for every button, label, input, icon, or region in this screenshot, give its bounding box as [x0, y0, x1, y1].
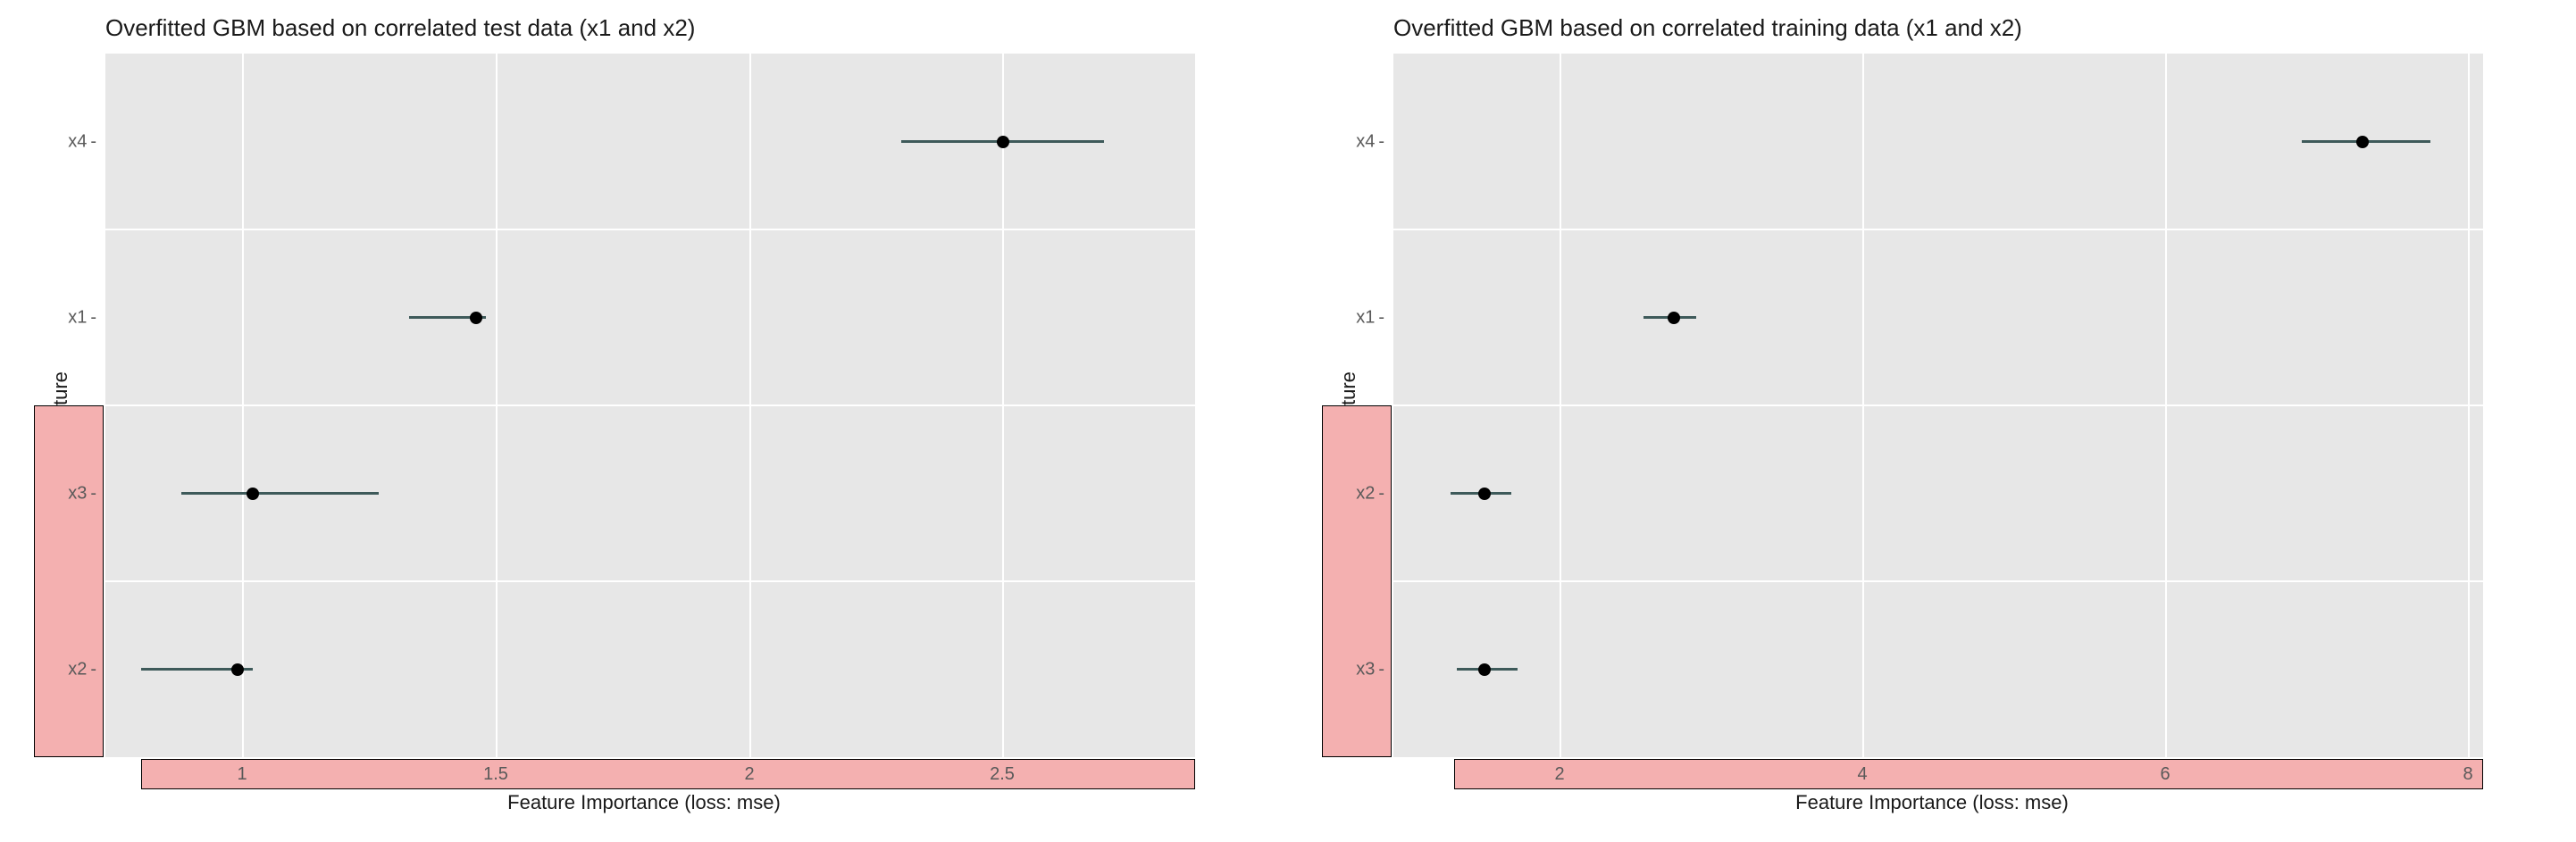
grid-h — [1393, 404, 2483, 406]
grid-h — [105, 580, 1195, 582]
chart-right: Overfitted GBM based on correlated train… — [1288, 0, 2576, 842]
grid-v — [1002, 54, 1004, 757]
x-axis-label: Feature Importance (loss: mse) — [1288, 791, 2576, 814]
grid-h — [1393, 580, 2483, 582]
grid-v — [496, 54, 498, 757]
data-point — [2356, 136, 2369, 148]
y-tick: x1- — [1342, 307, 1384, 328]
data-point — [997, 136, 1009, 148]
x-tick: 1 — [237, 764, 247, 785]
highlight-y-box — [1322, 405, 1392, 757]
highlight-x-box — [1454, 759, 2483, 789]
x-axis-label: Feature Importance (loss: mse) — [0, 791, 1288, 814]
y-tick: x4- — [1342, 131, 1384, 152]
highlight-y-box — [34, 405, 104, 757]
y-tick: x2- — [54, 659, 96, 679]
grid-h — [1393, 229, 2483, 230]
chart-title: Overfitted GBM based on correlated train… — [1393, 14, 2022, 42]
x-tick: 2 — [744, 764, 754, 785]
data-point — [1478, 488, 1491, 500]
data-point — [231, 663, 244, 676]
chart-left: Overfitted GBM based on correlated test … — [0, 0, 1288, 842]
x-tick: 1.5 — [483, 764, 508, 785]
grid-v — [1862, 54, 1864, 757]
plot-area — [1393, 54, 2483, 757]
grid-h — [105, 404, 1195, 406]
x-tick: 4 — [1857, 764, 1867, 785]
y-tick: x3- — [1342, 659, 1384, 679]
y-tick: x4- — [54, 131, 96, 152]
highlight-x-box — [141, 759, 1195, 789]
grid-v — [1560, 54, 1561, 757]
grid-v — [242, 54, 244, 757]
chart-title: Overfitted GBM based on correlated test … — [105, 14, 695, 42]
x-tick: 6 — [2160, 764, 2170, 785]
x-tick: 8 — [2463, 764, 2472, 785]
y-tick: x2- — [1342, 483, 1384, 504]
x-tick: 2.5 — [990, 764, 1015, 785]
data-point — [470, 312, 482, 324]
grid-v — [2165, 54, 2167, 757]
plot-area — [105, 54, 1195, 757]
grid-v — [749, 54, 751, 757]
y-tick: x3- — [54, 483, 96, 504]
grid-h — [105, 229, 1195, 230]
x-tick: 2 — [1554, 764, 1564, 785]
data-point — [247, 488, 259, 500]
y-tick: x1- — [54, 307, 96, 328]
data-point — [1478, 663, 1491, 676]
data-point — [1668, 312, 1680, 324]
grid-v — [2468, 54, 2470, 757]
whisker — [181, 492, 379, 495]
